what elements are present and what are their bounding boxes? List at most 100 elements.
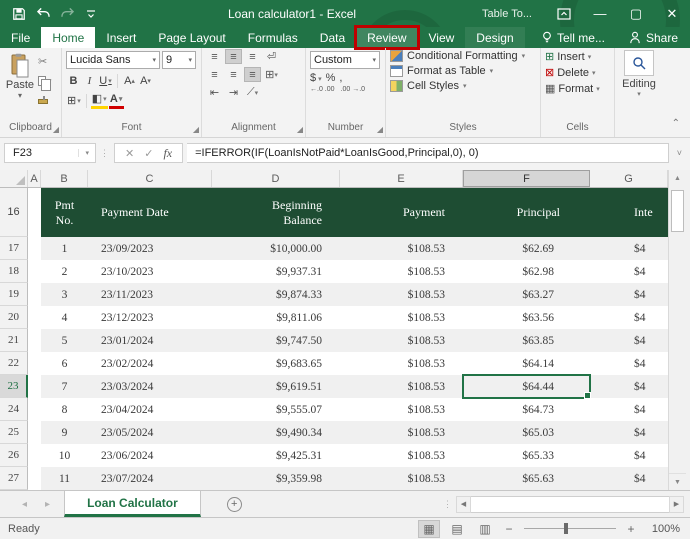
tab-insert[interactable]: Insert bbox=[95, 27, 147, 48]
collapse-ribbon-icon[interactable]: ⌃ bbox=[672, 118, 680, 129]
header-principal[interactable]: Principal bbox=[463, 188, 590, 237]
comma-style-button[interactable]: , bbox=[339, 72, 342, 84]
align-center-button[interactable]: ≡ bbox=[225, 67, 242, 82]
increase-decimal-button[interactable]: ←.0 .00 bbox=[310, 86, 335, 93]
cell-principal[interactable]: $63.85 bbox=[463, 329, 590, 352]
minimize-icon[interactable]: — bbox=[582, 0, 618, 27]
column-header-c[interactable]: C bbox=[88, 170, 212, 187]
cell-col-a[interactable] bbox=[28, 398, 41, 421]
cell-payment[interactable]: $108.53 bbox=[340, 237, 463, 260]
column-header-b[interactable]: B bbox=[41, 170, 88, 187]
cell-principal[interactable]: $63.27 bbox=[463, 283, 590, 306]
middle-align-button[interactable]: ≡ bbox=[225, 49, 242, 64]
cell-payment-date[interactable]: 23/09/2023 bbox=[88, 237, 212, 260]
row-header[interactable]: 27 bbox=[0, 467, 28, 490]
cell-payment-date[interactable]: 23/10/2023 bbox=[88, 260, 212, 283]
select-all-corner[interactable] bbox=[0, 170, 28, 187]
cell-interest-clipped[interactable]: $4 bbox=[590, 260, 668, 283]
cell-beginning-balance[interactable]: $9,937.31 bbox=[212, 260, 340, 283]
font-color-button[interactable]: A ▾ bbox=[108, 92, 124, 109]
zoom-level[interactable]: 100% bbox=[644, 523, 680, 535]
row-header[interactable]: 20 bbox=[0, 306, 28, 329]
cell-beginning-balance[interactable]: $9,359.98 bbox=[212, 467, 340, 490]
cell-interest-clipped[interactable]: $4 bbox=[590, 398, 668, 421]
header-pmt-no[interactable]: Pmt No. bbox=[41, 188, 88, 237]
cell-principal[interactable]: $62.98 bbox=[463, 260, 590, 283]
expand-formula-bar-icon[interactable]: ˅ bbox=[673, 148, 686, 158]
insert-cells-button[interactable]: ⊞ Insert ▾ bbox=[545, 50, 610, 64]
column-header-f-selected[interactable]: F bbox=[463, 170, 590, 187]
sheet-tab-loan-calculator[interactable]: Loan Calculator bbox=[64, 491, 201, 517]
conditional-formatting-button[interactable]: Conditional Formatting ▾ bbox=[390, 50, 536, 62]
zoom-in-icon[interactable]: + bbox=[624, 522, 638, 536]
cell-principal[interactable]: $62.69 bbox=[463, 237, 590, 260]
scroll-down-icon[interactable]: ▼ bbox=[669, 473, 686, 490]
cell-principal[interactable]: $64.44 bbox=[462, 374, 591, 399]
font-size-combo[interactable]: 9 ▾ bbox=[162, 51, 196, 69]
maximize-icon[interactable]: ▢ bbox=[618, 0, 654, 27]
cancel-entry-icon[interactable]: ✕ bbox=[125, 147, 134, 160]
editing-button[interactable]: Editing ▾ bbox=[615, 48, 663, 137]
row-header-16[interactable]: 16 bbox=[0, 188, 28, 237]
scroll-up-icon[interactable]: ▲ bbox=[669, 170, 686, 187]
cell-pmt-no[interactable]: 4 bbox=[41, 306, 88, 329]
row-header[interactable]: 17 bbox=[0, 237, 28, 260]
cell-payment[interactable]: $108.53 bbox=[340, 306, 463, 329]
cell-interest-clipped[interactable]: $4 bbox=[590, 375, 668, 398]
tab-formulas[interactable]: Formulas bbox=[237, 27, 309, 48]
wrap-text-button[interactable]: ⏎ bbox=[263, 49, 280, 64]
cell-pmt-no[interactable]: 7 bbox=[41, 375, 88, 398]
cell-payment[interactable]: $108.53 bbox=[340, 444, 463, 467]
cell-styles-button[interactable]: Cell Styles ▾ bbox=[390, 80, 536, 92]
zoom-out-icon[interactable]: − bbox=[502, 522, 516, 536]
row-header[interactable]: 18 bbox=[0, 260, 28, 283]
cell-interest-clipped[interactable]: $4 bbox=[590, 467, 668, 490]
bold-button[interactable]: B bbox=[66, 72, 81, 89]
row-header[interactable]: 25 bbox=[0, 421, 28, 444]
cell-payment-date[interactable]: 23/11/2023 bbox=[88, 283, 212, 306]
row-header[interactable]: 22 bbox=[0, 352, 28, 375]
header-payment-date[interactable]: Payment Date bbox=[88, 188, 212, 237]
fill-color-button[interactable]: ◧ ▾ bbox=[90, 92, 108, 109]
cell-col-a[interactable] bbox=[28, 375, 41, 398]
cell-col-a[interactable] bbox=[28, 283, 41, 306]
cell-pmt-no[interactable]: 11 bbox=[41, 467, 88, 490]
paste-button[interactable]: Paste ▾ bbox=[4, 51, 36, 121]
cell-payment-date[interactable]: 23/05/2024 bbox=[88, 421, 212, 444]
cell-beginning-balance[interactable]: $9,811.06 bbox=[212, 306, 340, 329]
normal-view-icon[interactable]: ▦ bbox=[418, 519, 440, 538]
increase-indent-button[interactable]: ⇥ bbox=[225, 85, 242, 100]
column-header-e[interactable]: E bbox=[340, 170, 463, 187]
orientation-button[interactable]: ⟋ ▾ bbox=[244, 85, 261, 100]
page-break-preview-icon[interactable]: ▥ bbox=[474, 520, 496, 538]
decrease-decimal-button[interactable]: .00 →.0 bbox=[341, 86, 366, 93]
cell-principal[interactable]: $65.33 bbox=[463, 444, 590, 467]
cell-payment-date[interactable]: 23/07/2024 bbox=[88, 467, 212, 490]
decrease-indent-button[interactable]: ⇤ bbox=[206, 85, 223, 100]
cell-col-a[interactable] bbox=[28, 352, 41, 375]
copy-button[interactable]: ▾ bbox=[38, 73, 52, 91]
row-header[interactable]: 19 bbox=[0, 283, 28, 306]
cell-col-a[interactable] bbox=[28, 444, 41, 467]
previous-sheet-icon[interactable]: ◂ bbox=[22, 499, 27, 510]
tab-design[interactable]: Design bbox=[465, 27, 525, 48]
cell-payment[interactable]: $108.53 bbox=[340, 352, 463, 375]
cell-payment-date[interactable]: 23/06/2024 bbox=[88, 444, 212, 467]
format-cells-button[interactable]: ▦ Format ▾ bbox=[545, 82, 610, 96]
cell-payment-date[interactable]: 23/04/2024 bbox=[88, 398, 212, 421]
cell-interest-clipped[interactable]: $4 bbox=[590, 444, 668, 467]
vertical-scrollbar[interactable]: ▲ ▼ bbox=[668, 170, 686, 490]
tab-page-layout[interactable]: Page Layout bbox=[147, 27, 236, 48]
header-interest-clipped[interactable]: Inte bbox=[590, 188, 668, 237]
cell-beginning-balance[interactable]: $9,490.34 bbox=[212, 421, 340, 444]
delete-cells-button[interactable]: ⊠ Delete ▾ bbox=[545, 66, 610, 80]
bottom-align-button[interactable]: ≡ bbox=[244, 49, 261, 64]
cell-col-a[interactable] bbox=[28, 329, 41, 352]
cell-interest-clipped[interactable]: $4 bbox=[590, 329, 668, 352]
cell-payment[interactable]: $108.53 bbox=[340, 467, 463, 490]
header-payment[interactable]: Payment bbox=[340, 188, 463, 237]
format-as-table-button[interactable]: Format as Table ▾ bbox=[390, 65, 536, 77]
top-align-button[interactable]: ≡ bbox=[206, 49, 223, 64]
tell-me-button[interactable]: Tell me... bbox=[530, 27, 617, 48]
cell-pmt-no[interactable]: 10 bbox=[41, 444, 88, 467]
